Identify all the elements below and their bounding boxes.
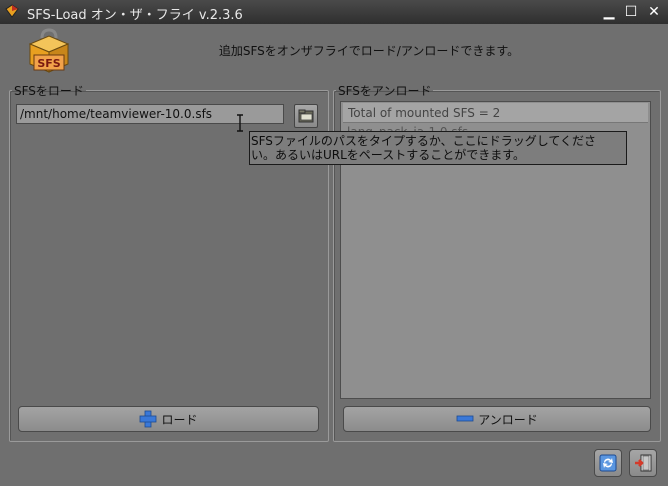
unload-button-label: アンロード — [478, 412, 538, 427]
load-button[interactable]: ロード — [18, 406, 319, 432]
window-title: SFS-Load オン・ザ・フライ v.2.3.6 — [27, 8, 243, 23]
exit-button[interactable] — [629, 449, 657, 477]
minimize-button[interactable]: ▁ — [600, 3, 618, 21]
tooltip: SFSファイルのパスをタイプするか、ここにドラッグしてくださ い。あるいはURL… — [249, 131, 627, 165]
tooltip-line-1: SFSファイルのパスをタイプするか、ここにドラッグしてくださ — [251, 134, 596, 148]
text-cursor-icon — [237, 114, 243, 132]
unload-button[interactable]: アンロード — [343, 406, 651, 432]
plus-icon — [140, 410, 157, 428]
list-header: Total of mounted SFS = 2 — [343, 103, 648, 123]
load-button-label: ロード — [161, 412, 198, 427]
refresh-icon — [599, 454, 617, 472]
header-description: 追加SFSをオンザフライでロード/アンロードできます。 — [218, 44, 520, 58]
load-panel-legend: SFSをロード — [14, 84, 84, 98]
exit-icon — [635, 454, 652, 472]
maximize-button[interactable]: ☐ — [622, 3, 640, 21]
folder-icon — [298, 109, 314, 123]
unload-panel-legend: SFSをアンロード — [338, 84, 432, 98]
title-bar: SFS-Load オン・ザ・フライ v.2.3.6 ▁ ☐ ✕ — [0, 0, 668, 24]
browse-button[interactable] — [294, 104, 318, 128]
minus-icon — [456, 415, 474, 422]
close-button[interactable]: ✕ — [645, 3, 663, 21]
app-icon — [5, 4, 19, 18]
tooltip-line-2: い。あるいはURLをペーストすることができます。 — [251, 148, 526, 162]
refresh-button[interactable] — [594, 449, 622, 477]
